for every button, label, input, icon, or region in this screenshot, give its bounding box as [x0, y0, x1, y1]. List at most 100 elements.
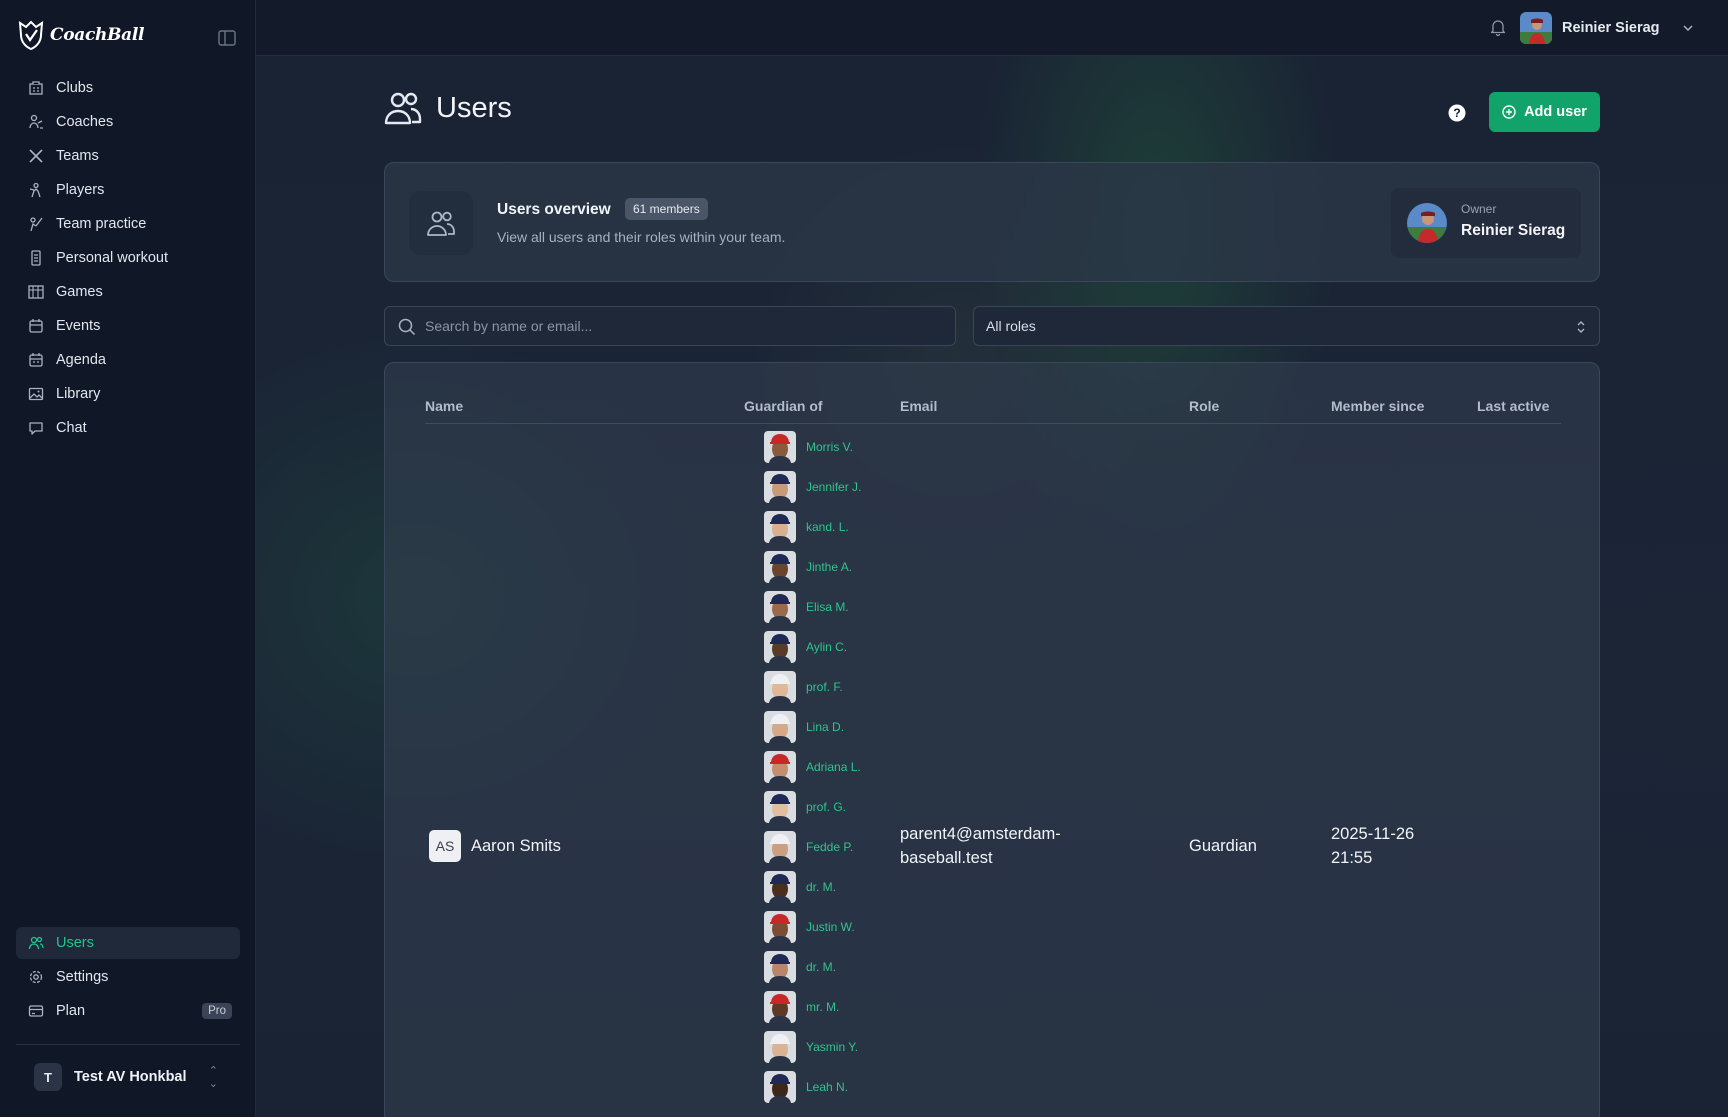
player-photo — [764, 991, 796, 1023]
guardian-of-item[interactable]: Fedde P. — [764, 827, 861, 867]
player-photo — [764, 471, 796, 503]
sidebar-item-teams[interactable]: Teams — [16, 140, 240, 172]
guardian-of-link[interactable]: Justin W. — [806, 920, 855, 934]
sidebar-item-label: Teams — [56, 148, 99, 164]
bell-icon[interactable] — [1490, 18, 1508, 38]
user-email-cell: parent4@amsterdam-baseball.test — [900, 825, 1061, 867]
users-icon — [384, 92, 422, 125]
sidebar-item-team-practice[interactable]: Team practice — [16, 208, 240, 240]
sidebar-item-chat[interactable]: Chat — [16, 412, 240, 444]
sidebar-nav: Clubs Coaches Teams Players Team practic… — [16, 72, 240, 446]
guardian-of-item[interactable]: Elisa M. — [764, 587, 861, 627]
guardian-of-item[interactable]: mr. M. — [764, 987, 861, 1027]
image-icon — [28, 387, 44, 401]
guardian-of-link[interactable]: mr. M. — [806, 1000, 839, 1014]
guardian-of-item[interactable]: Jennifer J. — [764, 467, 861, 507]
chat-icon — [29, 422, 43, 435]
column-header-email[interactable]: Email — [900, 398, 937, 414]
agenda-icon — [29, 353, 43, 367]
guardian-of-item[interactable]: Adriana L. — [764, 747, 861, 787]
guardian-of-item[interactable]: Morris V. — [764, 427, 861, 467]
overview-icon-box — [409, 191, 473, 255]
user-avatar — [1520, 12, 1552, 44]
guardian-of-link[interactable]: Jennifer J. — [806, 480, 861, 494]
guardian-of-item[interactable]: prof. G. — [764, 787, 861, 827]
sidebar-item-library[interactable]: Library — [16, 378, 240, 410]
player-photo — [764, 511, 796, 543]
sidebar-item-label: Agenda — [56, 352, 106, 368]
guardian-of-link[interactable]: prof. G. — [806, 800, 846, 814]
user-role-cell: Guardian — [1189, 837, 1257, 855]
guardian-of-link[interactable]: Fedde P. — [806, 840, 853, 854]
player-photo — [764, 751, 796, 783]
guardian-of-item[interactable]: prof. F. — [764, 667, 861, 707]
calendar-icon — [29, 319, 43, 333]
guardian-of-link[interactable]: Morris V. — [806, 440, 853, 454]
search-input[interactable] — [425, 307, 945, 345]
sidebar-item-settings[interactable]: Settings — [16, 961, 240, 993]
add-user-button[interactable]: Add user — [1489, 92, 1600, 132]
guardian-of-item[interactable]: Jinthe A. — [764, 547, 861, 587]
sidebar-item-agenda[interactable]: Agenda — [16, 344, 240, 376]
users-icon — [427, 211, 455, 236]
sidebar-item-players[interactable]: Players — [16, 174, 240, 206]
column-header-last-active[interactable]: Last active — [1477, 398, 1549, 414]
guardian-of-link[interactable]: kand. L. — [806, 520, 849, 534]
guardian-of-link[interactable]: Aylin C. — [806, 640, 847, 654]
guardian-of-item[interactable]: Leah N. — [764, 1067, 861, 1107]
sidebar-item-label: Coaches — [56, 114, 114, 130]
user-name-cell[interactable]: Aaron Smits — [471, 837, 561, 856]
role-filter-select[interactable]: All roles — [973, 306, 1600, 346]
add-user-label: Add user — [1524, 104, 1587, 120]
sidebar-item-label: Personal workout — [56, 250, 169, 266]
guardian-of-link[interactable]: prof. F. — [806, 680, 843, 694]
guardian-of-link[interactable]: Yasmin Y. — [806, 1040, 858, 1054]
guardian-of-link[interactable]: Adriana L. — [806, 760, 861, 774]
column-header-name[interactable]: Name — [425, 398, 463, 414]
user-initials-avatar: AS — [429, 830, 461, 862]
sidebar-item-users[interactable]: Users — [16, 927, 240, 959]
player-photo — [764, 911, 796, 943]
guardian-of-item[interactable]: Lina D. — [764, 707, 861, 747]
owner-name: Reinier Sierag — [1461, 222, 1566, 239]
guardian-of-link[interactable]: Leah N. — [806, 1080, 848, 1094]
sidebar-item-events[interactable]: Events — [16, 310, 240, 342]
column-header-guardian-of[interactable]: Guardian of — [744, 398, 823, 414]
sidebar-toggle-icon[interactable] — [218, 30, 236, 46]
guardian-of-link[interactable]: Elisa M. — [806, 600, 849, 614]
player-photo — [764, 711, 796, 743]
owner-label: Owner — [1461, 202, 1497, 216]
player-photo — [764, 831, 796, 863]
player-photo — [764, 631, 796, 663]
guardian-of-item[interactable]: kand. L. — [764, 507, 861, 547]
sidebar-item-games[interactable]: Games — [16, 276, 240, 308]
sidebar-item-clubs[interactable]: Clubs — [16, 72, 240, 104]
guardian-of-item[interactable]: dr. M. — [764, 867, 861, 907]
brand-logo[interactable]: CoachBall — [18, 20, 145, 50]
chevron-up-down-icon: ⌃ ⌄ — [208, 1065, 218, 1090]
help-icon[interactable]: ? — [1448, 104, 1466, 122]
player-photo — [764, 591, 796, 623]
user-name: Reinier Sierag — [1562, 20, 1660, 36]
guardian-of-item[interactable]: dr. M. — [764, 947, 861, 987]
guardian-of-link[interactable]: dr. M. — [806, 960, 836, 974]
guardian-of-link[interactable]: Jinthe A. — [806, 560, 852, 574]
team-switcher[interactable]: T Test AV Honkbal ⌃ ⌄ — [34, 1062, 234, 1092]
sidebar-item-coaches[interactable]: Coaches — [16, 106, 240, 138]
guardian-of-item[interactable]: Yasmin Y. — [764, 1027, 861, 1067]
sidebar-bottom-nav: Users Settings Plan Pro — [16, 927, 240, 1029]
column-header-role[interactable]: Role — [1189, 398, 1219, 414]
guardian-of-item[interactable]: Justin W. — [764, 907, 861, 947]
owner-card[interactable]: Owner Reinier Sierag — [1391, 188, 1581, 258]
plus-circle-icon — [1502, 105, 1516, 119]
users-overview-card: Users overview 61 members View all users… — [384, 162, 1600, 282]
guardian-of-item[interactable]: Aylin C. — [764, 627, 861, 667]
user-menu[interactable]: Reinier Sierag — [1520, 12, 1694, 44]
guardian-of-link[interactable]: Lina D. — [806, 720, 844, 734]
column-header-member-since[interactable]: Member since — [1331, 398, 1424, 414]
sidebar-item-label: Users — [56, 935, 94, 951]
sidebar-item-label: Chat — [56, 420, 87, 436]
guardian-of-link[interactable]: dr. M. — [806, 880, 836, 894]
sidebar-item-plan[interactable]: Plan Pro — [16, 995, 240, 1027]
sidebar-item-personal-workout[interactable]: Personal workout — [16, 242, 240, 274]
